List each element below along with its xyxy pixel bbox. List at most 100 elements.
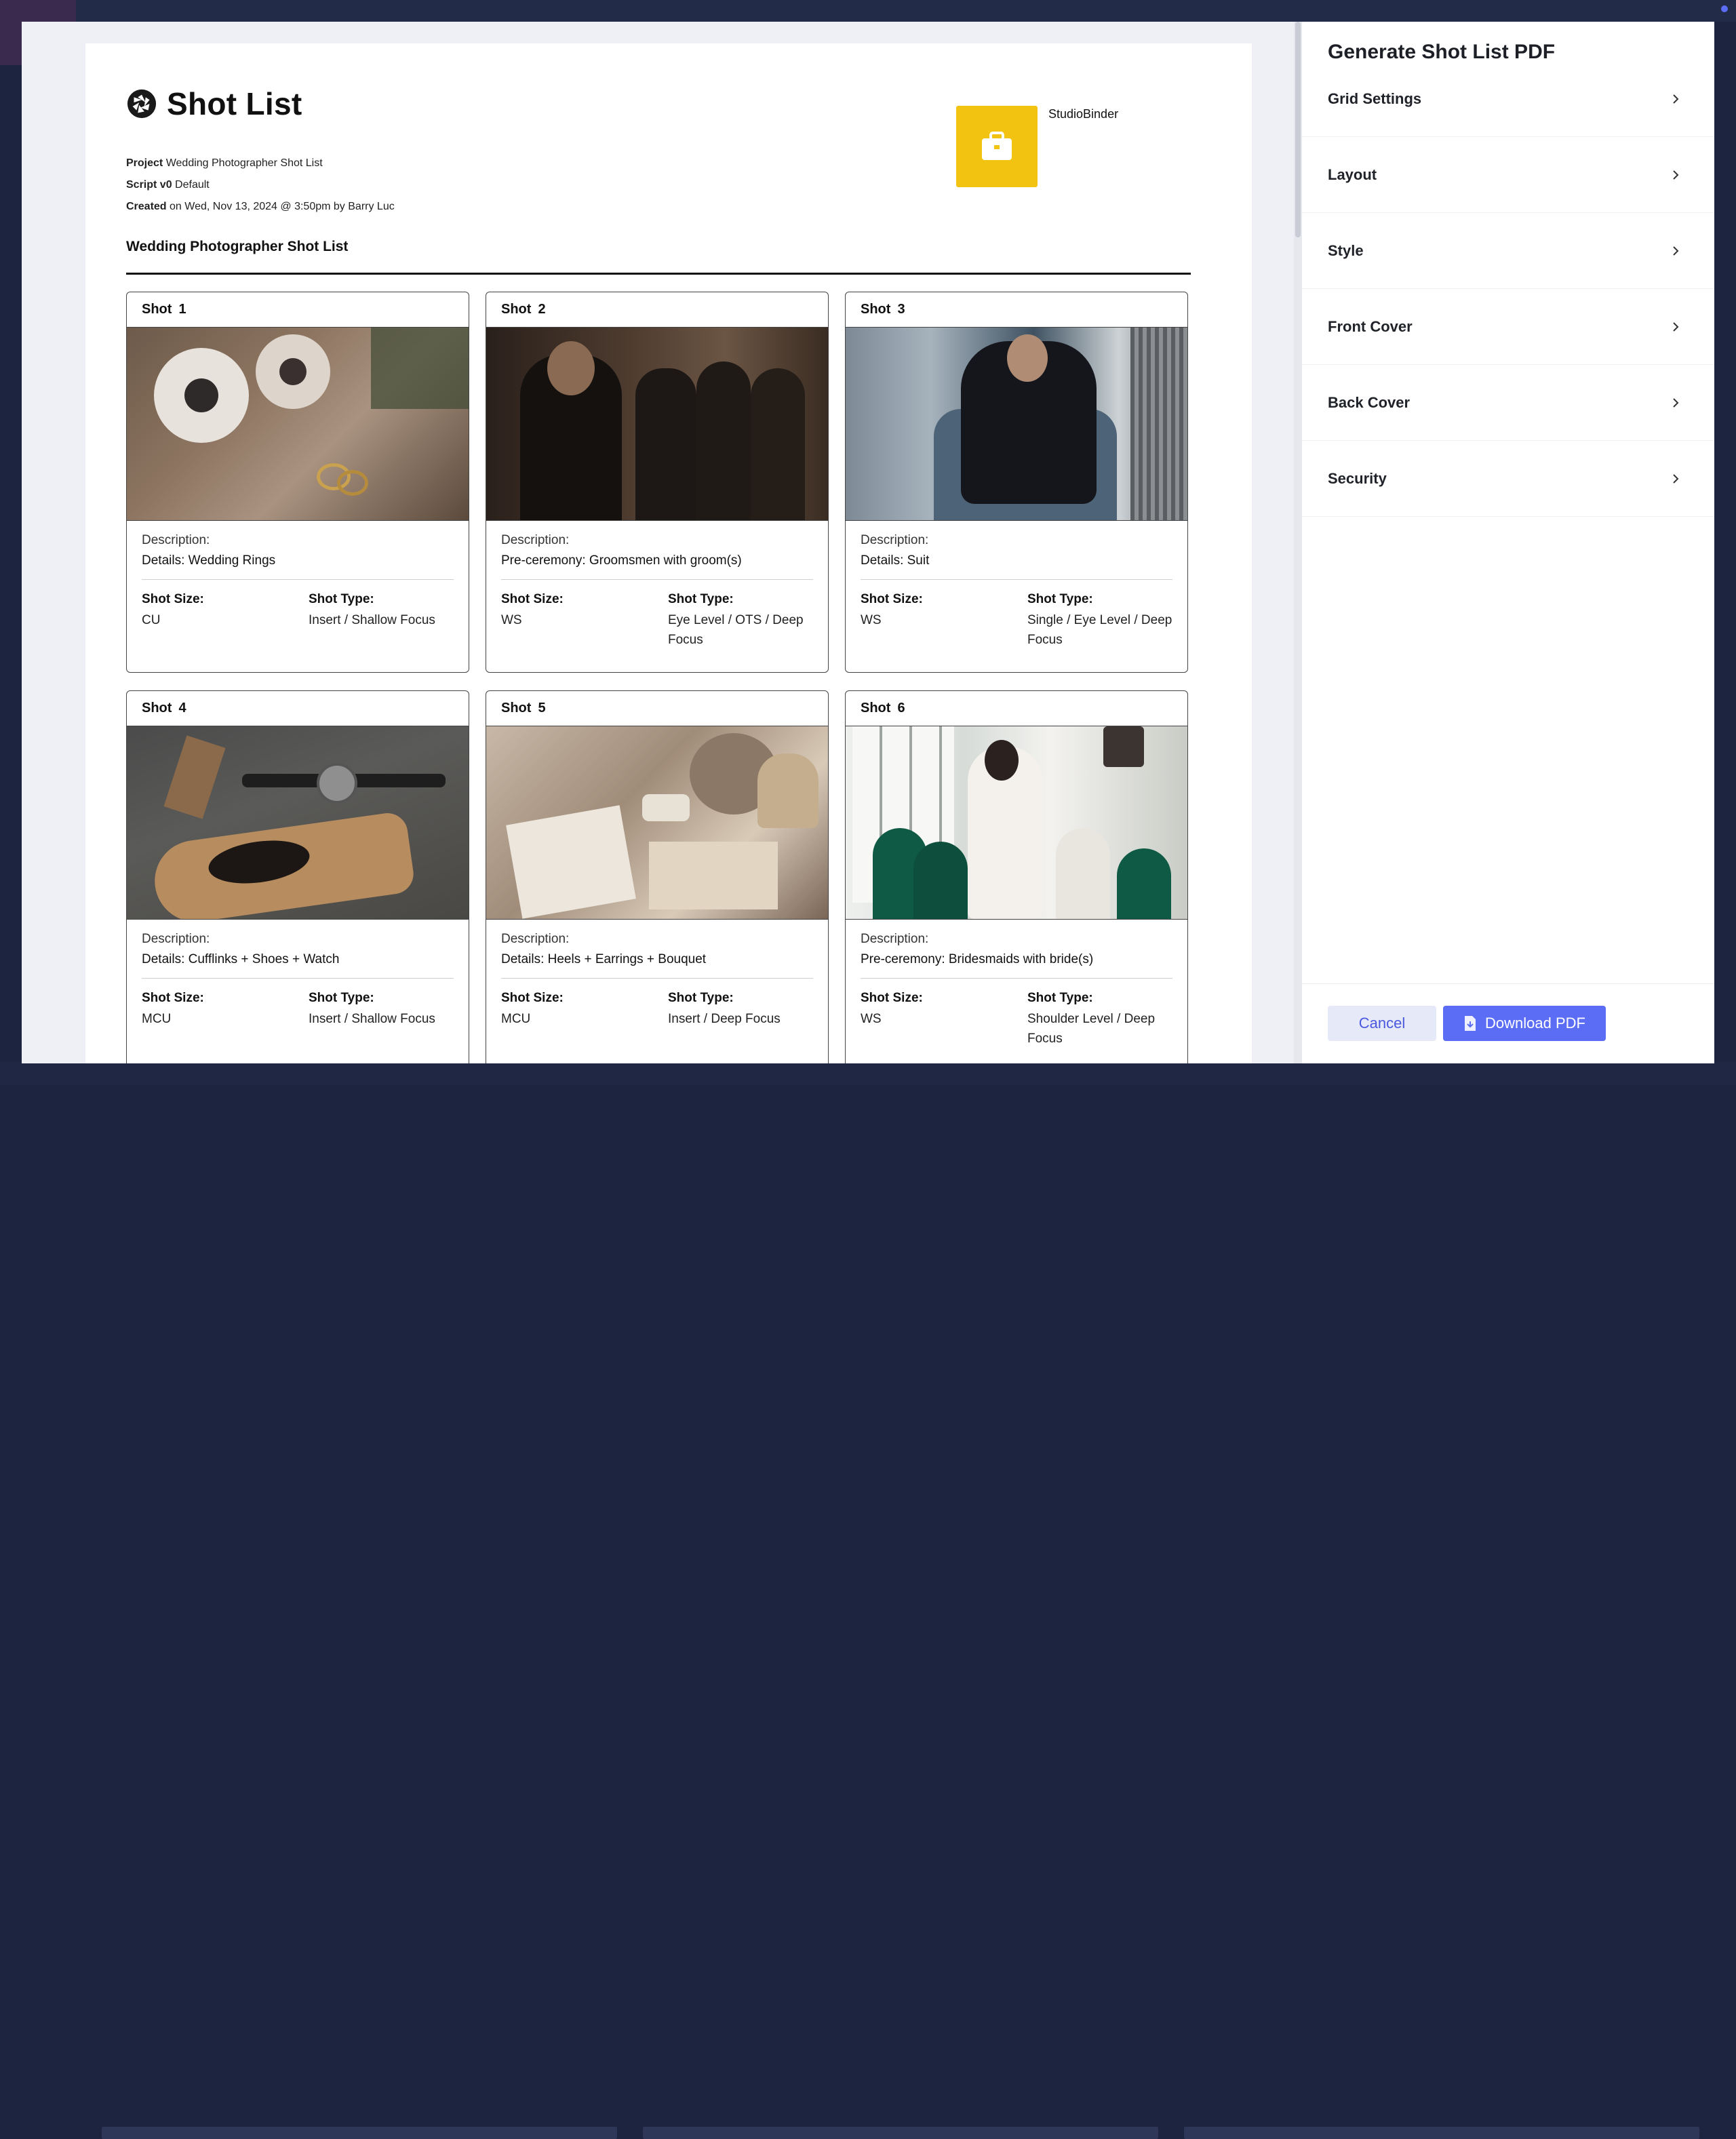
- shot-label: Shot: [501, 302, 532, 317]
- card-divider: [142, 978, 454, 979]
- shot-image: [127, 328, 469, 521]
- shot-number: 6: [897, 701, 905, 715]
- earring-box-shape: [642, 794, 690, 821]
- shot-size-value: WS: [501, 613, 522, 627]
- document-header: Shot List: [126, 85, 302, 122]
- section-label: Front Cover: [1328, 317, 1413, 335]
- section-grid-settings[interactable]: Grid Settings: [1302, 61, 1714, 137]
- backdrop-tile: [1184, 2127, 1699, 2139]
- shot-card-header: Shot 5: [486, 691, 828, 726]
- card-divider: [501, 978, 813, 979]
- chevron-right-icon: [1673, 246, 1679, 256]
- generate-pdf-modal: Shot List Project Wedding Photographer S…: [22, 22, 1714, 1063]
- description-label: Description:: [501, 533, 570, 547]
- cancel-button[interactable]: Cancel: [1328, 1006, 1436, 1041]
- shot-size-label: Shot Size:: [861, 991, 923, 1005]
- meta-created-value: on Wed, Nov 13, 2024 @ 3:50pm by Barry L…: [170, 201, 395, 212]
- shot-card[interactable]: Shot 1 Description: Details: Wedding Rin…: [126, 292, 469, 673]
- shot-image: [846, 726, 1187, 920]
- meta-script: Script v0 Default: [126, 179, 210, 191]
- shot-type-label: Shot Type:: [1027, 592, 1093, 606]
- shot-size-label: Shot Size:: [501, 592, 564, 606]
- ring-shape: [337, 470, 368, 496]
- shot-type-label: Shot Type:: [668, 592, 734, 606]
- panel-title: Generate Shot List PDF: [1328, 41, 1556, 63]
- pdf-preview-area[interactable]: Shot List Project Wedding Photographer S…: [22, 22, 1302, 1063]
- chevron-right-icon: [1673, 94, 1679, 104]
- person-silhouette: [696, 361, 751, 520]
- shot-card-header: Shot 1: [127, 292, 469, 328]
- shot-card[interactable]: Shot 3 Description: Details: Suit Shot S…: [845, 292, 1188, 673]
- meta-created: Created on Wed, Nov 13, 2024 @ 3:50pm by…: [126, 201, 395, 213]
- bridesmaid-silhouette: [913, 842, 968, 919]
- leaves-shape: [371, 328, 469, 409]
- description-label: Description:: [861, 533, 929, 547]
- meta-script-value: Default: [175, 179, 210, 191]
- section-back-cover[interactable]: Back Cover: [1302, 365, 1714, 441]
- section-label: Security: [1328, 469, 1387, 487]
- shot-card[interactable]: Shot 6 Description: Pre-ceremony: Brides…: [845, 690, 1188, 1063]
- shot-card-header: Shot 2: [486, 292, 828, 328]
- description-text: Details: Wedding Rings: [142, 553, 276, 568]
- meta-project-label: Project: [126, 157, 163, 169]
- shot-number: 2: [538, 302, 546, 317]
- shot-type-label: Shot Type:: [309, 991, 374, 1005]
- preview-scrollbar-thumb[interactable]: [1295, 22, 1301, 237]
- notification-dot-icon: [1721, 5, 1728, 12]
- person-face: [547, 341, 595, 395]
- shot-size-value: MCU: [142, 1012, 172, 1026]
- shot-size-value: WS: [861, 1012, 882, 1026]
- person-silhouette: [751, 368, 805, 520]
- document-subtitle: Wedding Photographer Shot List: [126, 239, 349, 254]
- file-download-icon: [1465, 1016, 1476, 1031]
- description-text: Details: Heels + Earrings + Bouquet: [501, 952, 707, 966]
- shot-image: [846, 328, 1187, 521]
- card-divider: [142, 579, 454, 580]
- page-title: Shot List: [167, 86, 302, 121]
- shot-type-value: Shoulder Level / Deep Focus: [1027, 1012, 1156, 1046]
- bridesmaid-silhouette: [1117, 848, 1171, 919]
- shot-label: Shot: [501, 701, 532, 715]
- pdf-page-preview: Shot List Project Wedding Photographer S…: [85, 43, 1252, 1063]
- description-label: Description:: [861, 932, 929, 946]
- section-front-cover[interactable]: Front Cover: [1302, 289, 1714, 365]
- heel-shape: [757, 753, 818, 828]
- pdf-settings-panel: Generate Shot List PDF Grid Settings Lay…: [1302, 22, 1714, 1063]
- section-security[interactable]: Security: [1302, 441, 1714, 517]
- shot-specs: Shot Size: WS Shot Type: Eye Level / OTS…: [501, 592, 813, 650]
- shot-image: [127, 726, 469, 920]
- section-style[interactable]: Style: [1302, 213, 1714, 289]
- card-divider: [861, 978, 1172, 979]
- section-label: Layout: [1328, 165, 1377, 183]
- download-pdf-button[interactable]: Download PDF: [1443, 1006, 1606, 1041]
- section-layout[interactable]: Layout: [1302, 137, 1714, 213]
- shot-size-label: Shot Size:: [142, 991, 204, 1005]
- lamp-shape: [1103, 726, 1144, 767]
- shot-number: 1: [178, 302, 186, 317]
- bridesmaid-silhouette: [1056, 828, 1110, 919]
- section-label: Grid Settings: [1328, 90, 1422, 107]
- backdrop-tile: [102, 2127, 617, 2139]
- bride-hair-shape: [985, 740, 1019, 781]
- shot-label: Shot: [861, 701, 891, 715]
- shot-label: Shot: [142, 701, 172, 715]
- shot-card[interactable]: Shot 4 Description: Details: Cufflinks +…: [126, 690, 469, 1063]
- description-text: Pre-ceremony: Bridesmaids with bride(s): [861, 952, 1094, 966]
- shot-image: [486, 726, 828, 920]
- shot-number: 4: [178, 701, 186, 715]
- shot-card[interactable]: Shot 2 Description: Pre-ceremony: Grooms…: [486, 292, 829, 673]
- shot-type-label: Shot Type:: [1027, 991, 1093, 1005]
- shot-card-header: Shot 6: [846, 691, 1187, 726]
- section-label: Style: [1328, 241, 1364, 259]
- backdrop-tile: [643, 2127, 1158, 2139]
- shot-specs: Shot Size: WS Shot Type: Single / Eye Le…: [861, 592, 1172, 650]
- shot-size-label: Shot Size:: [861, 592, 923, 606]
- card-divider: [861, 579, 1172, 580]
- company-logo: [956, 106, 1038, 187]
- shot-size-value: WS: [861, 613, 882, 627]
- section-label: Back Cover: [1328, 393, 1410, 411]
- curtain-shape: [1130, 328, 1187, 520]
- shot-image: [486, 328, 828, 521]
- meta-project-value: Wedding Photographer Shot List: [165, 157, 323, 169]
- shot-card[interactable]: Shot 5 Description: Details: Heels + Ear…: [486, 690, 829, 1063]
